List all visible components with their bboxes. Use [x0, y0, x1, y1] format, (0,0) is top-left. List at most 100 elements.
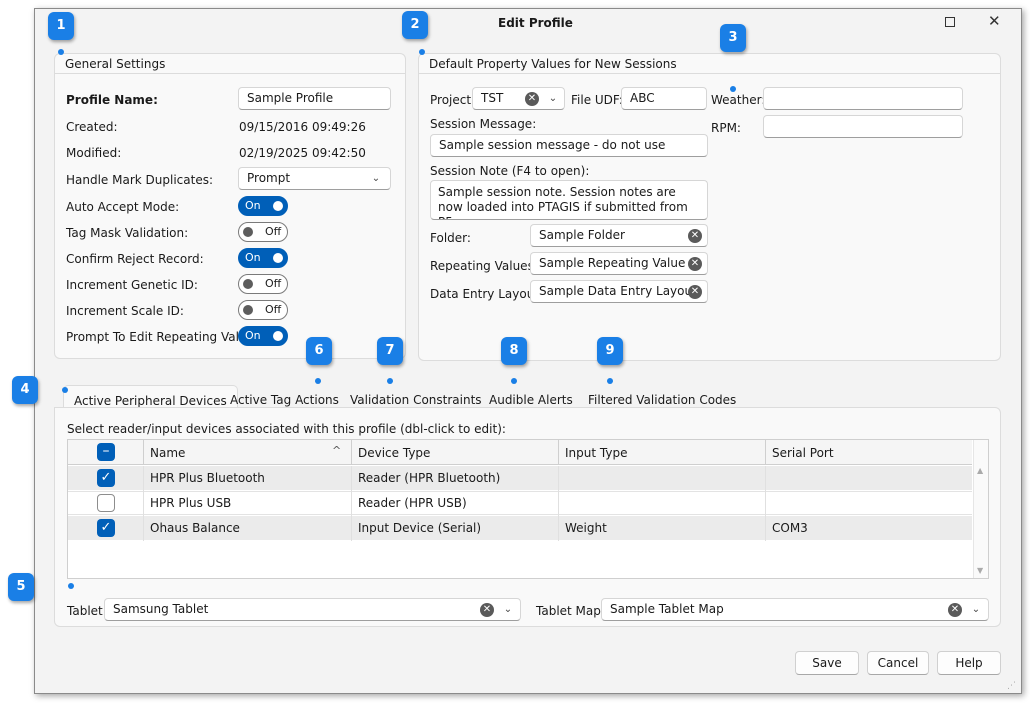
tablet-value: Samsung Tablet [113, 602, 209, 616]
handle-duplicates-value: Prompt [247, 171, 291, 185]
profile-name-input[interactable]: Sample Profile [238, 87, 391, 110]
clear-icon[interactable]: ✕ [480, 603, 494, 617]
handle-duplicates-label: Handle Mark Duplicates: [66, 173, 213, 187]
callout-badge: 9 [597, 337, 623, 365]
help-button[interactable]: Help [937, 651, 1001, 675]
table-row[interactable]: HPR Plus USB Reader (HPR USB) [68, 491, 972, 515]
handle-duplicates-select[interactable]: Prompt ⌄ [238, 167, 391, 190]
input-type [559, 492, 765, 500]
weather-label: Weather: [711, 93, 766, 107]
tablet-map-select[interactable]: Sample Tablet Map ✕ ⌄ [601, 598, 989, 621]
callout-dot [511, 378, 517, 384]
row-checkbox[interactable]: ✓ [97, 469, 115, 487]
chevron-down-icon: ⌄ [371, 173, 381, 184]
devices-instruction: Select reader/input devices associated w… [67, 422, 506, 436]
scroll-up-icon[interactable]: ▲ [977, 466, 983, 475]
save-button[interactable]: Save [795, 651, 859, 675]
callout-badge: 5 [8, 573, 34, 601]
data-entry-layout-value: Sample Data Entry Layout [539, 284, 697, 298]
column-header-name[interactable]: Name [144, 442, 350, 464]
rpm-input[interactable] [763, 115, 963, 138]
auto-accept-toggle[interactable]: On [238, 196, 288, 216]
chevron-down-icon[interactable]: ⌄ [547, 93, 559, 105]
folder-select[interactable]: Sample Folder ✕ [530, 224, 708, 247]
created-label: Created: [66, 120, 118, 134]
prompt-edit-repeating-toggle[interactable]: On [238, 326, 288, 346]
toggle-label: Auto Accept Mode: [66, 200, 180, 214]
scroll-down-icon[interactable]: ▼ [977, 566, 983, 575]
confirm-reject-toggle[interactable]: On [238, 248, 288, 268]
increment-genetic-toggle[interactable]: Off [238, 274, 288, 294]
column-divider [765, 466, 766, 541]
weather-input[interactable] [763, 87, 963, 110]
column-header-serial-port[interactable]: Serial Port [766, 442, 972, 464]
default-properties-title: Default Property Values for New Sessions [419, 54, 1000, 74]
file-udf-label: File UDF: [571, 93, 623, 107]
file-udf-input[interactable]: ABC [621, 87, 707, 110]
row-checkbox[interactable] [97, 494, 115, 512]
table-row[interactable]: ✓ HPR Plus Bluetooth Reader (HPR Bluetoo… [68, 466, 972, 490]
callout-dot [68, 583, 74, 589]
column-header-input-type[interactable]: Input Type [559, 442, 765, 464]
select-all-checkbox[interactable]: – [97, 443, 115, 461]
callout-badge: 3 [720, 24, 746, 52]
column-divider [558, 466, 559, 541]
project-value: TST [481, 91, 504, 105]
tablet-map-value: Sample Tablet Map [610, 602, 724, 616]
general-settings-title: General Settings [55, 54, 405, 74]
callout-dot [387, 378, 393, 384]
toggle-label: Tag Mask Validation: [66, 226, 189, 240]
device-name: Ohaus Balance [150, 521, 240, 535]
column-header-device-type[interactable]: Device Type [352, 442, 558, 464]
repeating-values-value: Sample Repeating Value [539, 256, 686, 270]
device-type: Reader (HPR USB) [358, 496, 467, 510]
devices-grid: – Name ^ Device Type Input Type Serial P… [67, 439, 989, 579]
created-value: 09/15/2016 09:49:26 [239, 120, 366, 134]
folder-label: Folder: [430, 231, 471, 245]
chevron-down-icon[interactable]: ⌄ [970, 604, 982, 616]
modified-value: 02/19/2025 09:42:50 [239, 146, 366, 160]
clear-icon[interactable]: ✕ [688, 257, 702, 271]
maximize-icon[interactable] [945, 17, 955, 27]
sort-up-icon: ^ [332, 444, 342, 457]
profile-name-label: Profile Name: [66, 93, 158, 107]
repeating-values-select[interactable]: Sample Repeating Value ✕ [530, 252, 708, 275]
window-title: Edit Profile [498, 16, 573, 30]
repeating-values-label: Repeating Values: [430, 259, 538, 273]
session-message-input[interactable]: Sample session message - do not use [430, 134, 708, 157]
callout-badge: 7 [377, 337, 403, 365]
device-type: Input Device (Serial) [358, 521, 482, 535]
rpm-label: RPM: [711, 121, 741, 135]
callout-badge: 4 [12, 376, 38, 404]
close-icon[interactable]: ✕ [988, 12, 1001, 30]
resize-grip-icon[interactable]: ⋰ [1007, 681, 1016, 691]
grid-header: – Name ^ Device Type Input Type Serial P… [68, 440, 972, 465]
session-note-input[interactable]: Sample session note. Session notes are n… [430, 180, 708, 220]
tab-panel: Select reader/input devices associated w… [54, 407, 1001, 627]
table-row[interactable]: ✓ Ohaus Balance Input Device (Serial) We… [68, 516, 972, 540]
toggle-label: Prompt To Edit Repeating Value: [66, 330, 258, 344]
tablet-select[interactable]: Samsung Tablet ✕ ⌄ [104, 598, 521, 621]
clear-icon[interactable]: ✕ [525, 92, 539, 106]
serial-port: COM3 [772, 521, 808, 535]
default-properties-group: Default Property Values for New Sessions… [418, 53, 1001, 361]
clear-icon[interactable]: ✕ [688, 285, 702, 299]
callout-dot [62, 387, 68, 393]
chevron-down-icon[interactable]: ⌄ [502, 604, 514, 616]
callout-dot [419, 49, 425, 55]
data-entry-layout-select[interactable]: Sample Data Entry Layout ✕ [530, 280, 708, 303]
tag-mask-toggle[interactable]: Off [238, 222, 288, 242]
column-divider [351, 466, 352, 541]
clear-icon[interactable]: ✕ [688, 229, 702, 243]
device-type: Reader (HPR Bluetooth) [358, 471, 501, 485]
clear-icon[interactable]: ✕ [948, 603, 962, 617]
project-select[interactable]: TST ✕ ⌄ [472, 87, 565, 110]
vertical-scrollbar[interactable]: ▲ ▼ [973, 440, 988, 578]
tablet-map-label: Tablet Map: [536, 604, 605, 618]
increment-scale-toggle[interactable]: Off [238, 300, 288, 320]
session-note-label: Session Note (F4 to open): [430, 164, 590, 178]
callout-dot [730, 86, 736, 92]
cancel-button[interactable]: Cancel [867, 651, 929, 675]
serial-port [766, 492, 972, 500]
row-checkbox[interactable]: ✓ [97, 519, 115, 537]
